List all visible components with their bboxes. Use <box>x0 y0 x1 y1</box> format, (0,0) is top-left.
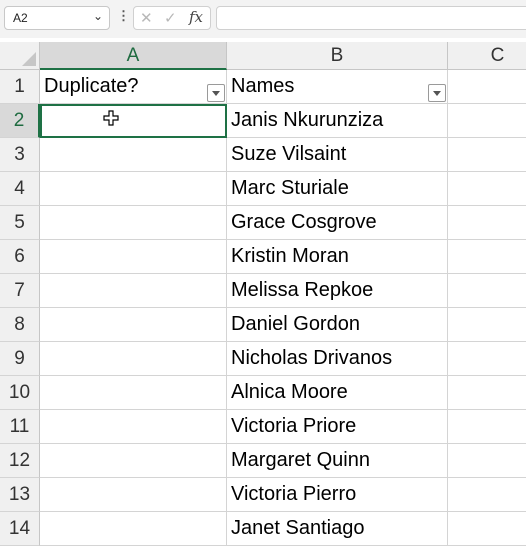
row-header-10[interactable]: 10 <box>0 376 40 410</box>
cell-a11[interactable] <box>40 410 227 444</box>
row-header-2[interactable]: 2 <box>0 104 40 138</box>
more-options-icon[interactable]: ⋮ <box>117 9 130 23</box>
cell-c11[interactable] <box>448 410 526 444</box>
cell-a12[interactable] <box>40 444 227 478</box>
name-box[interactable]: A2 ⌄ <box>4 6 110 30</box>
enter-icon[interactable]: ✓ <box>164 9 177 27</box>
cell-select-cursor-icon <box>103 110 119 126</box>
cell-b4[interactable]: Marc Sturiale <box>227 172 448 206</box>
cell-a6[interactable] <box>40 240 227 274</box>
cell-a8[interactable] <box>40 308 227 342</box>
row-header-13[interactable]: 13 <box>0 478 40 512</box>
column-header-c[interactable]: C <box>448 42 526 70</box>
cell-c7[interactable] <box>448 274 526 308</box>
row-header-8[interactable]: 8 <box>0 308 40 342</box>
cell-a10[interactable] <box>40 376 227 410</box>
cell-b3[interactable]: Suze Vilsaint <box>227 138 448 172</box>
row-header-1[interactable]: 1 <box>0 70 40 104</box>
cell-c13[interactable] <box>448 478 526 512</box>
chevron-down-icon[interactable]: ⌄ <box>93 9 103 23</box>
cell-a2[interactable] <box>40 104 227 138</box>
cell-a9[interactable] <box>40 342 227 376</box>
row-header-9[interactable]: 9 <box>0 342 40 376</box>
cell-c1[interactable] <box>448 70 526 104</box>
cell-b13[interactable]: Victoria Pierro <box>227 478 448 512</box>
worksheet-grid: A B C 1 Duplicate? Names 2 Janis Nkurunziza 3… <box>0 42 526 546</box>
column-header-a[interactable]: A <box>40 42 227 70</box>
cell-c5[interactable] <box>448 206 526 240</box>
cell-c10[interactable] <box>448 376 526 410</box>
formula-controls: ✕ ✓ fx <box>133 6 211 30</box>
cell-c2[interactable] <box>448 104 526 138</box>
cell-a14[interactable] <box>40 512 227 546</box>
cell-a13[interactable] <box>40 478 227 512</box>
cell-b14[interactable]: Janet Santiago <box>227 512 448 546</box>
cell-b6[interactable]: Kristin Moran <box>227 240 448 274</box>
row-header-4[interactable]: 4 <box>0 172 40 206</box>
formula-bar: A2 ⌄ ⋮ ✕ ✓ fx <box>0 0 526 38</box>
cell-a3[interactable] <box>40 138 227 172</box>
cell-b12[interactable]: Margaret Quinn <box>227 444 448 478</box>
cell-c12[interactable] <box>448 444 526 478</box>
select-all-button[interactable] <box>0 42 40 70</box>
cell-a5[interactable] <box>40 206 227 240</box>
row-header-11[interactable]: 11 <box>0 410 40 444</box>
cell-c4[interactable] <box>448 172 526 206</box>
cell-c8[interactable] <box>448 308 526 342</box>
cell-b1[interactable]: Names <box>227 70 448 104</box>
select-all-triangle-icon <box>22 52 36 66</box>
cell-b11[interactable]: Victoria Priore <box>227 410 448 444</box>
row-header-12[interactable]: 12 <box>0 444 40 478</box>
cell-b9[interactable]: Nicholas Drivanos <box>227 342 448 376</box>
column-header-b[interactable]: B <box>227 42 448 70</box>
row-header-5[interactable]: 5 <box>0 206 40 240</box>
cell-b10[interactable]: Alnica Moore <box>227 376 448 410</box>
filter-dropdown-icon[interactable] <box>428 84 446 102</box>
cancel-icon[interactable]: ✕ <box>140 9 153 27</box>
cell-c14[interactable] <box>448 512 526 546</box>
cell-c9[interactable] <box>448 342 526 376</box>
cell-b8[interactable]: Daniel Gordon <box>227 308 448 342</box>
cell-a7[interactable] <box>40 274 227 308</box>
filter-dropdown-icon[interactable] <box>207 84 225 102</box>
row-header-7[interactable]: 7 <box>0 274 40 308</box>
cell-b2[interactable]: Janis Nkurunziza <box>227 104 448 138</box>
cell-a4[interactable] <box>40 172 227 206</box>
row-header-6[interactable]: 6 <box>0 240 40 274</box>
formula-input[interactable] <box>216 6 526 30</box>
row-header-14[interactable]: 14 <box>0 512 40 546</box>
insert-function-icon[interactable]: fx <box>189 8 203 26</box>
name-box-value: A2 <box>13 11 28 25</box>
cell-c3[interactable] <box>448 138 526 172</box>
cell-b5[interactable]: Grace Cosgrove <box>227 206 448 240</box>
cell-a1[interactable]: Duplicate? <box>40 70 227 104</box>
cell-c6[interactable] <box>448 240 526 274</box>
cell-b7[interactable]: Melissa Repkoe <box>227 274 448 308</box>
row-header-3[interactable]: 3 <box>0 138 40 172</box>
